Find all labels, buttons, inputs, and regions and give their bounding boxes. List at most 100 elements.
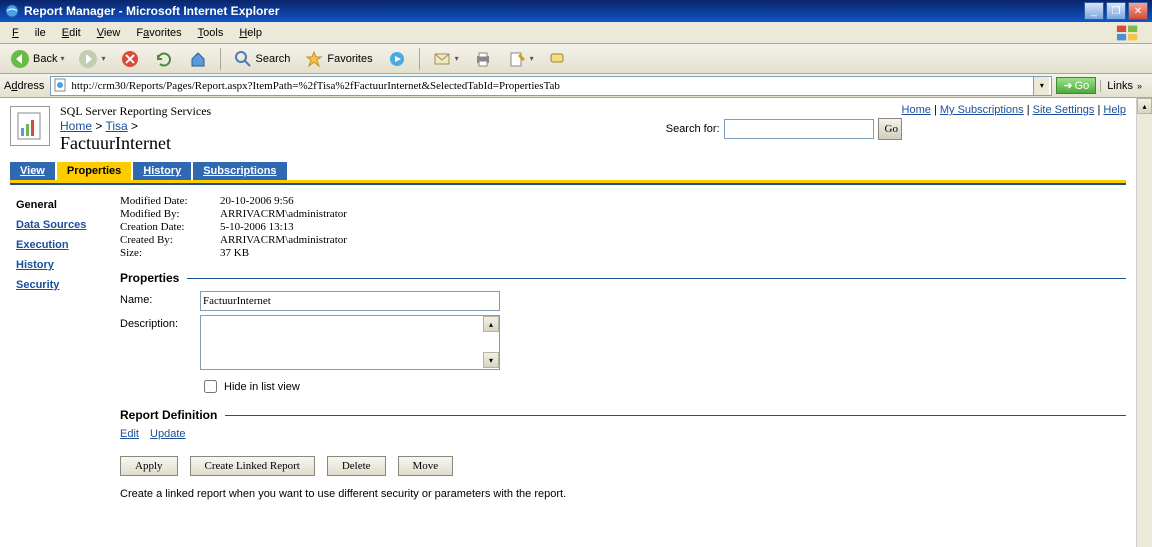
back-button[interactable]: Back ▾ bbox=[6, 47, 68, 71]
media-button[interactable] bbox=[383, 47, 411, 71]
link-my-subscriptions[interactable]: My Subscriptions bbox=[940, 104, 1024, 116]
chevron-right-icon: » bbox=[1137, 81, 1142, 91]
create-linked-report-button[interactable]: Create Linked Report bbox=[190, 456, 315, 476]
vertical-scrollbar[interactable]: ▴ bbox=[1136, 98, 1152, 547]
report-icon bbox=[10, 106, 50, 146]
scroll-up-icon[interactable]: ▴ bbox=[483, 316, 499, 332]
created-by-value: ARRIVACRM\administrator bbox=[220, 234, 347, 246]
page-icon bbox=[53, 78, 69, 94]
sidenav-execution[interactable]: Execution bbox=[16, 239, 69, 251]
tab-subscriptions[interactable]: Subscriptions bbox=[193, 162, 286, 180]
print-icon bbox=[473, 49, 493, 69]
refresh-button[interactable] bbox=[150, 47, 178, 71]
search-icon bbox=[233, 49, 253, 69]
hint-text: Create a linked report when you want to … bbox=[120, 488, 1126, 500]
definition-update-link[interactable]: Update bbox=[150, 428, 185, 440]
stop-button[interactable] bbox=[116, 47, 144, 71]
address-label: Address bbox=[4, 80, 46, 92]
windows-logo-icon bbox=[1108, 22, 1148, 44]
move-button[interactable]: Move bbox=[398, 456, 454, 476]
link-site-settings[interactable]: Site Settings bbox=[1033, 104, 1095, 116]
breadcrumb-home[interactable]: Home bbox=[60, 119, 92, 133]
minimize-button[interactable]: _ bbox=[1084, 2, 1104, 20]
edit-button[interactable]: ▾ bbox=[503, 47, 538, 71]
search-button[interactable]: Search bbox=[229, 47, 295, 71]
page-title: FactuurInternet bbox=[60, 133, 656, 154]
search-input[interactable] bbox=[724, 119, 874, 139]
section-report-definition: Report Definition bbox=[120, 408, 217, 422]
breadcrumb: Home > Tisa > bbox=[60, 119, 656, 133]
menu-file[interactable]: File bbox=[4, 25, 54, 41]
link-home[interactable]: Home bbox=[902, 104, 931, 116]
window-titlebar: Report Manager - Microsoft Internet Expl… bbox=[0, 0, 1152, 22]
section-properties: Properties bbox=[120, 271, 179, 285]
global-links: Home | My Subscriptions | Site Settings … bbox=[902, 104, 1126, 116]
mail-button[interactable]: ▾ bbox=[428, 47, 463, 71]
apply-button[interactable]: Apply bbox=[120, 456, 178, 476]
description-textarea[interactable] bbox=[200, 315, 500, 370]
search-go-button[interactable]: Go bbox=[878, 118, 902, 140]
breadcrumb-folder[interactable]: Tisa bbox=[105, 119, 127, 133]
hide-in-list-checkbox[interactable] bbox=[204, 380, 217, 393]
address-bar: Address ▾ ➜ Go Links » bbox=[0, 74, 1152, 98]
link-help[interactable]: Help bbox=[1103, 104, 1126, 116]
discuss-icon bbox=[548, 49, 568, 69]
modified-date-label: Modified Date: bbox=[120, 195, 220, 207]
tab-history[interactable]: History bbox=[133, 162, 191, 180]
sidenav-security[interactable]: Security bbox=[16, 279, 59, 291]
sidenav-general[interactable]: General bbox=[16, 199, 57, 211]
modified-by-value: ARRIVACRM\administrator bbox=[220, 208, 347, 220]
forward-dropdown-icon[interactable]: ▾ bbox=[101, 54, 105, 63]
menu-view[interactable]: View bbox=[89, 25, 129, 41]
search-label: Search for: bbox=[666, 123, 720, 135]
mail-icon bbox=[432, 49, 452, 69]
forward-button[interactable]: ▾ bbox=[74, 47, 109, 71]
home-button[interactable] bbox=[184, 47, 212, 71]
go-button[interactable]: ➜ Go bbox=[1056, 77, 1096, 94]
discuss-button[interactable] bbox=[544, 47, 572, 71]
description-label: Description: bbox=[120, 315, 200, 330]
name-input[interactable] bbox=[200, 291, 500, 311]
menu-help[interactable]: Help bbox=[231, 25, 270, 41]
ie-icon bbox=[4, 3, 20, 19]
hide-in-list-label: Hide in list view bbox=[224, 381, 300, 393]
window-title: Report Manager - Microsoft Internet Expl… bbox=[24, 4, 1084, 18]
favorites-button[interactable]: Favorites bbox=[300, 47, 376, 71]
delete-button[interactable]: Delete bbox=[327, 456, 386, 476]
star-icon bbox=[304, 49, 324, 69]
creation-date-value: 5-10-2006 13:13 bbox=[220, 221, 294, 233]
modified-by-label: Modified By: bbox=[120, 208, 220, 220]
back-dropdown-icon[interactable]: ▾ bbox=[60, 54, 64, 63]
size-value: 37 KB bbox=[220, 247, 249, 259]
properties-sidenav: General Data Sources Execution History S… bbox=[10, 191, 120, 504]
tab-properties[interactable]: Properties bbox=[57, 162, 131, 180]
name-label: Name: bbox=[120, 291, 200, 306]
address-dropdown-icon[interactable]: ▾ bbox=[1033, 77, 1049, 95]
sidenav-data-sources[interactable]: Data Sources bbox=[16, 219, 86, 231]
definition-edit-link[interactable]: Edit bbox=[120, 428, 139, 440]
home-icon bbox=[188, 49, 208, 69]
toolbar: Back ▾ ▾ Search Favorites ▾ ▾ bbox=[0, 44, 1152, 74]
size-label: Size: bbox=[120, 247, 220, 259]
address-input[interactable] bbox=[71, 80, 1033, 92]
print-button[interactable] bbox=[469, 47, 497, 71]
creation-date-label: Creation Date: bbox=[120, 221, 220, 233]
close-button[interactable]: ✕ bbox=[1128, 2, 1148, 20]
go-arrow-icon: ➜ bbox=[1063, 79, 1072, 92]
menu-bar: File Edit View Favorites Tools Help bbox=[0, 22, 1152, 44]
tabstrip: View Properties History Subscriptions bbox=[10, 162, 1126, 183]
scroll-down-icon[interactable]: ▾ bbox=[483, 352, 499, 368]
links-toolbar[interactable]: Links » bbox=[1100, 80, 1148, 92]
sidenav-history[interactable]: History bbox=[16, 259, 54, 271]
scroll-top-icon[interactable]: ▴ bbox=[1137, 98, 1152, 114]
refresh-icon bbox=[154, 49, 174, 69]
menu-edit[interactable]: Edit bbox=[54, 25, 89, 41]
menu-favorites[interactable]: Favorites bbox=[128, 25, 189, 41]
media-icon bbox=[387, 49, 407, 69]
modified-date-value: 20-10-2006 9:56 bbox=[220, 195, 294, 207]
stop-icon bbox=[120, 49, 140, 69]
menu-tools[interactable]: Tools bbox=[190, 25, 232, 41]
forward-icon bbox=[78, 49, 98, 69]
restore-button[interactable]: ❐ bbox=[1106, 2, 1126, 20]
tab-view[interactable]: View bbox=[10, 162, 55, 180]
